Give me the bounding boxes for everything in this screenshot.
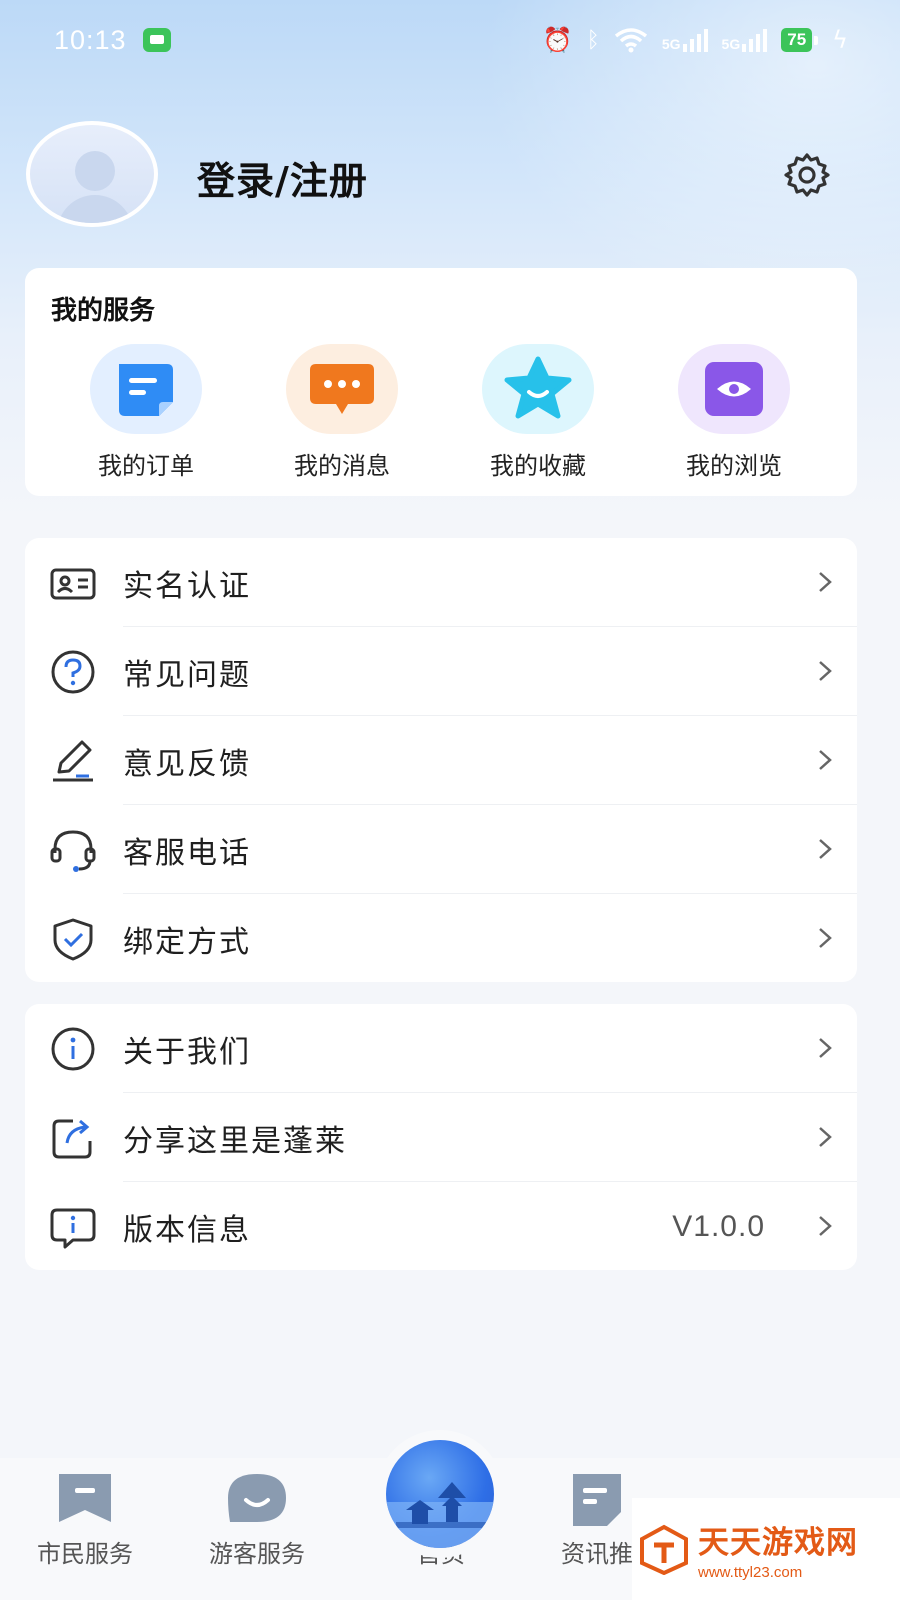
nav-label: 游客服务 (209, 1540, 305, 1568)
orders-icon-bg (90, 344, 202, 434)
status-bar: 10:13 ⏰ ᛒ 5G 5G 75 ϟ (0, 0, 900, 80)
menu-label: 版本信息 (123, 1212, 251, 1248)
chevron-right-icon (819, 928, 832, 948)
question-circle-icon (51, 650, 95, 694)
watermark-text: 天天游戏网 (698, 1525, 858, 1561)
orders-icon (119, 364, 173, 416)
signal-indicator-2: 5G (721, 28, 768, 52)
menu-label: 分享这里是蓬莱 (123, 1123, 347, 1159)
status-time: 10:13 (54, 24, 127, 55)
version-value: V1.0.0 (672, 1209, 765, 1243)
service-my-orders[interactable]: 我的订单 (71, 344, 221, 481)
id-card-icon (50, 568, 96, 600)
message-notification-icon (142, 28, 171, 52)
service-label: 我的收藏 (490, 452, 586, 480)
charging-icon: ϟ (832, 26, 848, 54)
menu-label: 关于我们 (123, 1034, 251, 1070)
menu-label: 实名认证 (123, 568, 251, 604)
menu-label: 常见问题 (123, 657, 251, 693)
chevron-right-icon (819, 661, 832, 681)
messages-icon (310, 364, 374, 414)
watermark-url: www.ttyl23.com (698, 1564, 803, 1581)
menu-item-faq[interactable]: 常见问题 (25, 627, 857, 716)
chevron-right-icon (819, 750, 832, 770)
history-eye-icon (705, 362, 763, 416)
watermark-logo-icon (640, 1524, 688, 1575)
menu-item-version-info[interactable]: 版本信息 V1.0.0 (25, 1182, 857, 1271)
alarm-icon: ⏰ (542, 26, 573, 54)
menu-item-feedback[interactable]: 意见反馈 (25, 716, 857, 805)
chevron-right-icon (819, 839, 832, 859)
share-icon (52, 1119, 92, 1159)
menu-item-customer-service[interactable]: 客服电话 (25, 805, 857, 894)
login-register-link[interactable]: 登录/注册 (197, 150, 368, 205)
about-menu-card: 关于我们 分享这里是蓬莱 版本信息 V1.0.0 (25, 1004, 857, 1270)
home-pavilion-icon[interactable] (386, 1440, 494, 1548)
chevron-right-icon (819, 572, 832, 592)
chevron-right-icon (819, 1127, 832, 1147)
menu-label: 意见反馈 (123, 746, 251, 782)
nav-label: 市民服务 (37, 1540, 133, 1568)
favorites-star-icon (504, 356, 572, 419)
signal-indicator-1: 5G (661, 28, 708, 52)
messages-icon-bg (286, 344, 398, 434)
signal-2-label: 5G (721, 35, 741, 52)
service-my-messages[interactable]: 我的消息 (267, 344, 417, 481)
pavilion-illustration (386, 1482, 494, 1548)
battery-indicator: 75 (781, 28, 819, 52)
menu-item-binding-method[interactable]: 绑定方式 (25, 894, 857, 983)
avatar-head (75, 151, 115, 191)
service-label: 我的消息 (294, 452, 390, 480)
service-my-favorites[interactable]: 我的收藏 (463, 344, 613, 481)
account-menu-card: 实名认证 常见问题 意见反馈 客服电话 绑定方式 (25, 538, 857, 982)
chevron-right-icon (819, 1038, 832, 1058)
bluetooth-icon: ᛒ (586, 27, 600, 53)
service-label: 我的浏览 (686, 452, 782, 480)
info-circle-icon (51, 1027, 95, 1071)
service-my-history[interactable]: 我的浏览 (659, 344, 809, 481)
settings-gear-icon[interactable] (784, 152, 830, 198)
favorites-icon-bg (482, 344, 594, 434)
bookmark-icon (59, 1474, 111, 1522)
avatar-body (57, 195, 133, 223)
chevron-right-icon (819, 1216, 832, 1236)
signal-1-label: 5G (661, 35, 681, 52)
menu-label: 客服电话 (123, 835, 251, 871)
wifi-icon (614, 28, 647, 53)
pen-icon (53, 740, 93, 782)
avatar[interactable] (26, 121, 158, 227)
smile-bubble-icon (228, 1474, 286, 1522)
headset-icon (50, 830, 96, 872)
history-icon-bg (678, 344, 790, 434)
watermark: 天天游戏网 www.ttyl23.com (632, 1498, 900, 1600)
my-services-card: 我的服务 我的订单 我的消息 我的收藏 我的浏览 (25, 268, 857, 496)
shield-check-icon (53, 918, 93, 961)
service-label: 我的订单 (98, 452, 194, 480)
menu-label: 绑定方式 (123, 924, 251, 960)
services-title: 我的服务 (51, 296, 156, 326)
menu-item-share[interactable]: 分享这里是蓬莱 (25, 1093, 857, 1182)
menu-item-about-us[interactable]: 关于我们 (25, 1004, 857, 1093)
version-info-icon (50, 1208, 96, 1249)
menu-item-real-name-verification[interactable]: 实名认证 (25, 538, 857, 627)
news-doc-icon (573, 1474, 621, 1526)
